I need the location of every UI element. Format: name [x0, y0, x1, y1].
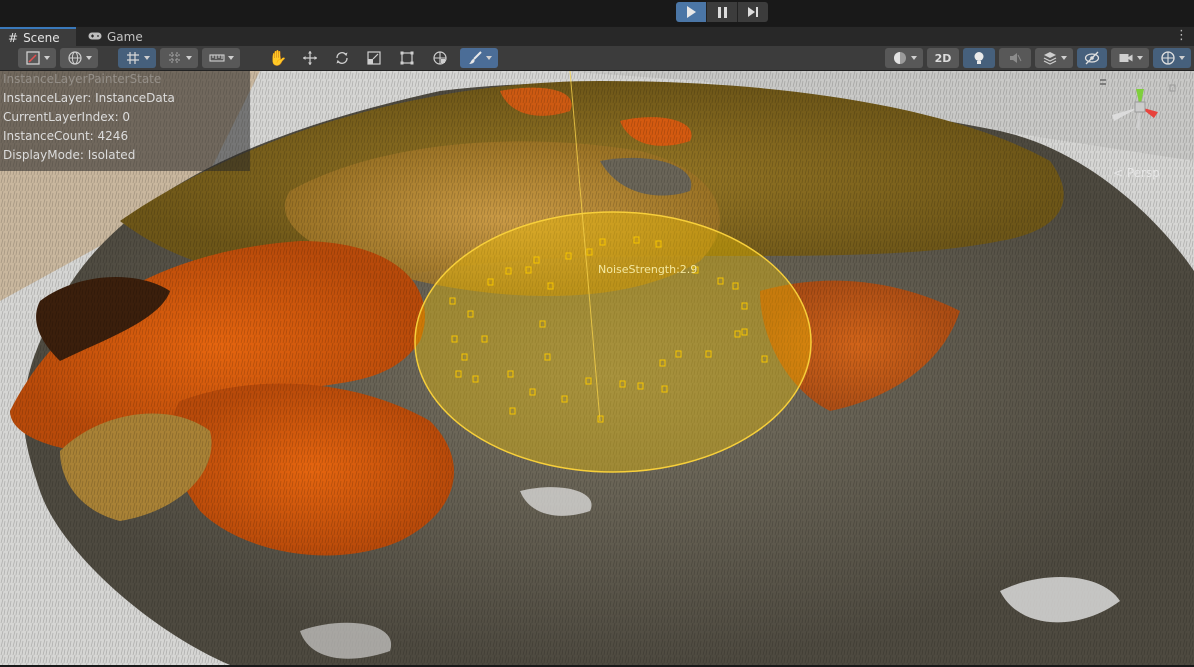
persp-label[interactable]: < Persp [1113, 166, 1160, 180]
scale-icon [367, 51, 381, 65]
draw-mode-icon [25, 51, 40, 65]
globe-icon [67, 51, 82, 65]
ruler-icon [208, 54, 225, 62]
rect-tool[interactable] [393, 48, 421, 68]
effects-dropdown[interactable] [1035, 48, 1073, 68]
scene-toolbar: ✋ 2D [0, 46, 1194, 71]
hand-tool[interactable]: ✋ [264, 48, 292, 68]
brush-tool-dropdown[interactable] [460, 48, 498, 68]
kebab-menu-icon[interactable]: ⋮ [1175, 28, 1188, 43]
lighting-icon [974, 52, 984, 64]
overlay-instance-layer: InstanceLayer: InstanceData [3, 91, 175, 105]
overlay-current-layer-index: CurrentLayerIndex: 0 [3, 110, 131, 124]
gizmos-dropdown[interactable] [1153, 48, 1191, 68]
grid-snap-toggle[interactable] [118, 48, 156, 68]
move-tool[interactable] [296, 48, 324, 68]
increment-snap-icon [168, 52, 181, 64]
scene-viewport[interactable]: InstanceLayerPainterState InstanceLayer:… [0, 71, 1194, 665]
gamepad-icon [88, 30, 102, 44]
tab-game-label: Game [107, 30, 143, 44]
tab-game[interactable]: Game [80, 27, 150, 47]
play-controls [676, 2, 768, 22]
grid-snap-icon [126, 52, 139, 64]
window-tab-bar: # Scene Game ⋮ [0, 26, 1194, 47]
lighting-toggle[interactable] [963, 48, 995, 68]
audio-toggle[interactable] [999, 48, 1031, 68]
effects-icon [1043, 52, 1056, 65]
overlay-instance-count: InstanceCount: 4246 [3, 129, 129, 143]
camera-icon [1119, 54, 1132, 62]
transform-tool[interactable] [426, 48, 454, 68]
move-icon [303, 51, 317, 65]
global-toggle-dropdown[interactable] [60, 48, 98, 68]
ruler-dropdown[interactable] [202, 48, 240, 68]
instance-info-overlay: InstanceLayerPainterState InstanceLayer:… [0, 71, 250, 171]
2d-label: 2D [934, 51, 952, 65]
shading-sphere-icon [893, 52, 906, 64]
rotate-tool[interactable] [328, 48, 356, 68]
2d-toggle[interactable]: 2D [927, 48, 959, 68]
shading-mode-dropdown[interactable] [885, 48, 923, 68]
play-icon [686, 6, 696, 18]
grid-hash-icon: # [8, 31, 19, 45]
scale-tool[interactable] [360, 48, 388, 68]
visibility-icon [1084, 51, 1100, 65]
tab-scene[interactable]: # Scene [0, 27, 76, 47]
pause-button[interactable] [707, 2, 738, 22]
hand-icon: ✋ [268, 49, 288, 67]
play-button[interactable] [676, 2, 707, 22]
draw-mode-dropdown[interactable] [18, 48, 56, 68]
increment-snap-dropdown[interactable] [160, 48, 198, 68]
gizmos-icon [1160, 51, 1175, 65]
scene-visibility-toggle[interactable] [1077, 48, 1107, 68]
overlay-display-mode: DisplayMode: Isolated [3, 148, 136, 162]
brush-icon [468, 51, 482, 64]
camera-dropdown[interactable] [1111, 48, 1149, 68]
pause-icon [717, 6, 727, 18]
play-mode-bar [0, 0, 1194, 26]
tab-scene-label: Scene [23, 31, 60, 45]
step-button[interactable] [738, 2, 768, 22]
rect-icon [400, 51, 414, 65]
rotate-icon [336, 52, 348, 64]
step-icon [748, 7, 758, 17]
overlay-state-title: InstanceLayerPainterState [3, 72, 162, 86]
transform-icon [433, 51, 447, 65]
audio-icon [1010, 53, 1022, 63]
noise-strength-label: NoiseStrength:2.9 [598, 263, 698, 276]
